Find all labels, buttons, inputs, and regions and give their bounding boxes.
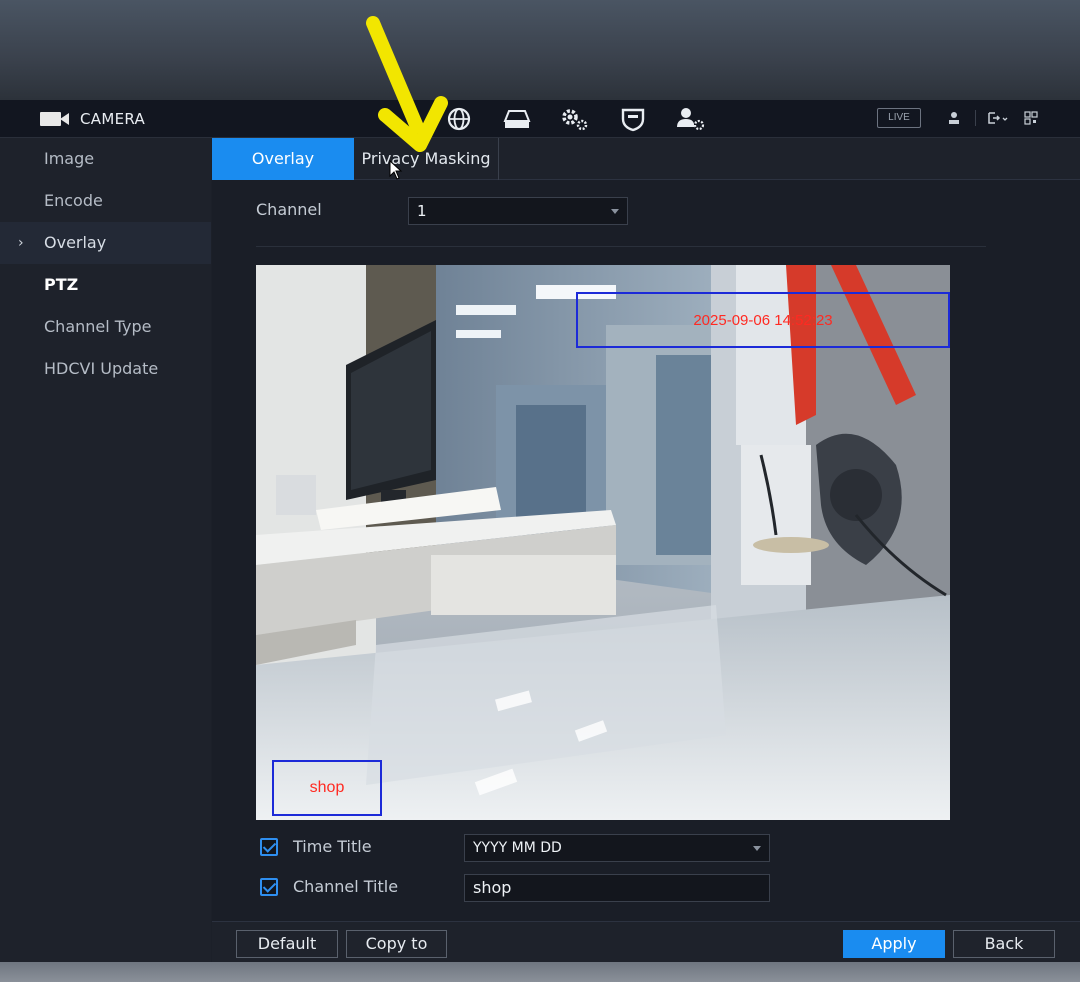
sidebar: Image Encode › Overlay PTZ Channel Type … (0, 138, 211, 962)
channel-select[interactable]: 1 (408, 197, 628, 225)
camera-icon (40, 111, 70, 127)
sidebar-item-hdcvi-update[interactable]: HDCVI Update (0, 348, 211, 390)
channel-title-row: Channel Title (260, 877, 398, 896)
top-bar: CAMERA LIVE (0, 100, 1080, 138)
mouse-cursor-icon (389, 160, 403, 180)
sidebar-item-ptz[interactable]: PTZ (0, 264, 211, 306)
sidebar-item-overlay[interactable]: › Overlay (0, 222, 211, 264)
tab-bar: Overlay Privacy Masking (212, 138, 1080, 180)
sidebar-item-label: Overlay (44, 233, 107, 252)
channel-title-overlay-box[interactable]: shop (272, 760, 382, 816)
time-title-format-select[interactable]: YYYY MM DD (464, 834, 770, 862)
separator (975, 110, 976, 126)
logout-icon[interactable] (988, 111, 1010, 125)
time-title-format-value: YYYY MM DD (473, 840, 562, 856)
security-shield-icon[interactable] (604, 103, 662, 135)
default-button[interactable]: Default (236, 930, 338, 958)
sidebar-item-label: Encode (44, 191, 103, 210)
tab-overlay[interactable]: Overlay (212, 138, 354, 180)
account-settings-icon[interactable] (662, 103, 720, 135)
user-icon[interactable] (947, 111, 961, 125)
storage-icon[interactable] (488, 103, 546, 135)
channel-select-value: 1 (417, 202, 427, 220)
annotation-arrow-icon (366, 16, 448, 152)
main-nav (430, 103, 720, 135)
camera-settings-window: CAMERA LIVE Image Encode › Overlay PTZ C… (0, 100, 1080, 962)
back-button[interactable]: Back (953, 930, 1055, 958)
camera-scene-image (256, 265, 950, 820)
time-title-row: Time Title (260, 837, 372, 856)
time-title-label: Time Title (293, 837, 372, 856)
main-panel: Overlay Privacy Masking Channel 1 2025-0… (212, 138, 1080, 962)
sidebar-item-label: HDCVI Update (44, 359, 159, 378)
monitor-bezel-top (0, 0, 1080, 100)
app-brand: CAMERA (40, 108, 145, 130)
time-title-overlay-box[interactable]: 2025-09-06 14:52:23 (576, 292, 950, 348)
sidebar-item-encode[interactable]: Encode (0, 180, 211, 222)
channel-title-checkbox[interactable] (260, 877, 278, 896)
live-button[interactable]: LIVE (877, 108, 921, 128)
time-title-checkbox[interactable] (260, 837, 278, 856)
chevron-down-icon (611, 209, 619, 214)
app-title: CAMERA (80, 110, 146, 128)
chevron-right-icon: › (18, 235, 24, 251)
channel-label: Channel (256, 200, 322, 219)
channel-title-input[interactable]: shop (464, 874, 770, 902)
channel-overlay-text: shop (309, 779, 345, 796)
apply-button[interactable]: Apply (843, 930, 945, 958)
channel-title-input-value: shop (473, 878, 512, 897)
bottom-bar: Default Copy to Apply Back (212, 921, 1080, 962)
channel-title-label: Channel Title (293, 877, 399, 896)
system-settings-icon[interactable] (546, 103, 604, 135)
topbar-right: LIVE (877, 108, 1052, 128)
time-overlay-text: 2025-09-06 14:52:23 (693, 311, 833, 329)
sidebar-item-label: Channel Type (44, 317, 152, 336)
qr-code-icon[interactable] (1024, 111, 1038, 125)
sidebar-item-channel-type[interactable]: Channel Type (0, 306, 211, 348)
sidebar-item-label: PTZ (44, 275, 79, 294)
camera-preview[interactable]: 2025-09-06 14:52:23 shop (256, 265, 950, 820)
copy-to-button[interactable]: Copy to (346, 930, 447, 958)
monitor-bezel-bottom (0, 962, 1080, 982)
chevron-down-icon (753, 846, 761, 851)
sidebar-item-label: Image (44, 149, 95, 168)
sidebar-item-image[interactable]: Image (0, 138, 211, 180)
divider (256, 246, 986, 247)
